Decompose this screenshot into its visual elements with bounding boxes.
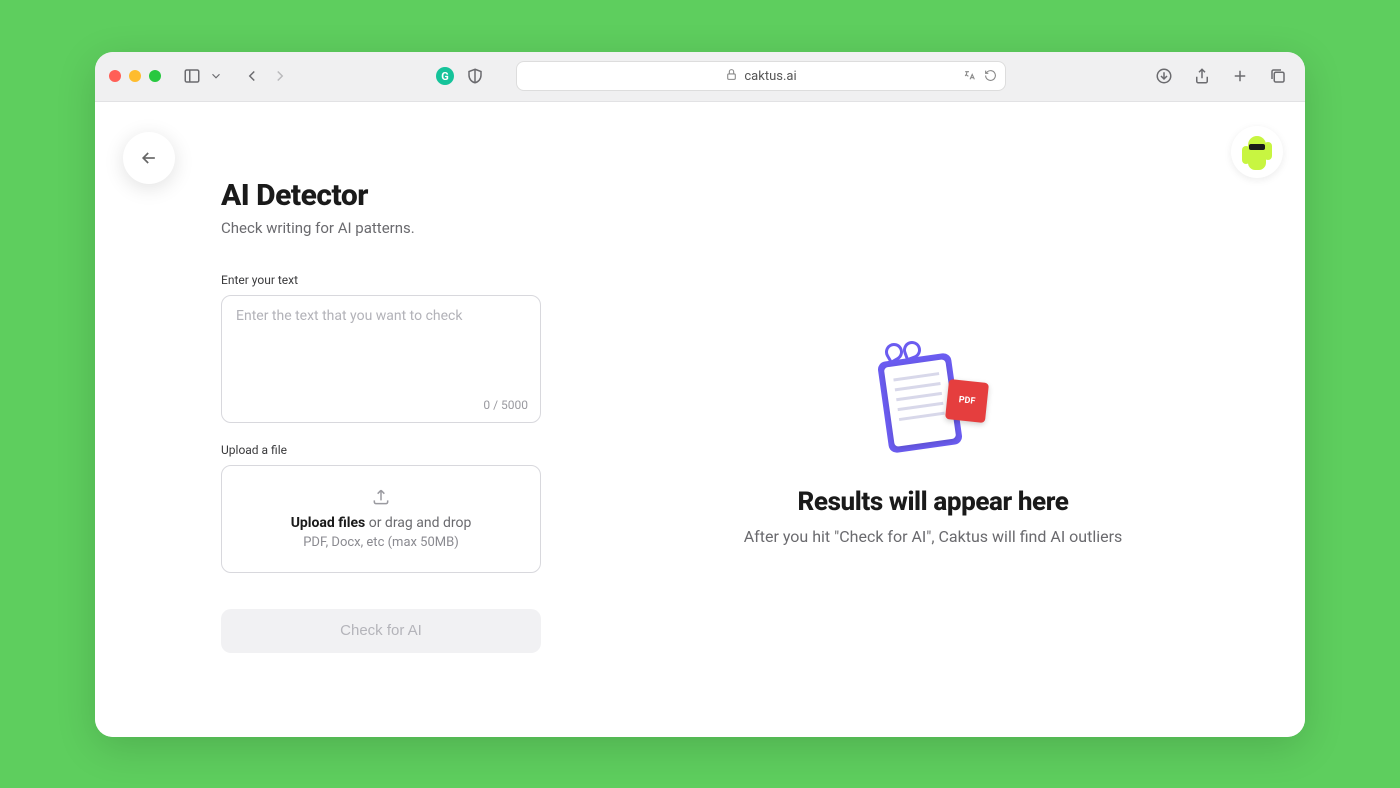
address-bar[interactable]: caktus.ai [516,61,1006,91]
pdf-badge-icon: PDF [945,379,989,423]
file-dropzone[interactable]: Upload files or drag and drop PDF, Docx,… [221,465,541,573]
results-illustration: PDF [873,349,993,459]
tab-overview-button[interactable] [1265,63,1291,89]
privacy-shield-icon[interactable] [462,63,488,89]
upload-line-1: Upload files or drag and drop [291,515,472,531]
upload-hint: PDF, Docx, etc (max 50MB) [303,535,459,550]
results-panel: PDF Results will appear here After you h… [601,178,1265,717]
check-for-ai-button[interactable]: Check for AI [221,609,541,653]
share-button[interactable] [1189,63,1215,89]
reload-icon[interactable] [984,67,997,86]
text-input-container: 0 / 5000 [221,295,541,423]
page-subtitle: Check writing for AI patterns. [221,219,541,237]
results-title: Results will appear here [744,487,1123,517]
page-title: AI Detector [221,178,541,213]
char-counter: 0 / 5000 [483,398,528,412]
minimize-window-button[interactable] [129,70,141,82]
grammarly-extension-icon[interactable]: G [436,67,454,85]
browser-window: G caktus.ai [95,52,1305,737]
upload-label: Upload a file [221,443,541,457]
cactus-avatar-icon [1240,132,1274,172]
url-text: caktus.ai [744,69,796,84]
upload-icon [371,487,391,507]
translate-icon[interactable] [963,67,976,86]
browser-titlebar: G caktus.ai [95,52,1305,102]
close-window-button[interactable] [109,70,121,82]
nav-back-button[interactable] [239,63,265,89]
maximize-window-button[interactable] [149,70,161,82]
textarea-label: Enter your text [221,273,541,287]
profile-avatar[interactable] [1231,126,1283,178]
downloads-button[interactable] [1151,63,1177,89]
page-back-button[interactable] [123,132,175,184]
nav-forward-button[interactable] [267,63,293,89]
text-input[interactable] [236,308,526,386]
new-tab-button[interactable] [1227,63,1253,89]
sidebar-toggle-button[interactable] [179,63,205,89]
results-subtitle: After you hit "Check for AI", Caktus wil… [744,527,1123,546]
page-content: AI Detector Check writing for AI pattern… [95,102,1305,737]
lock-icon [725,68,738,85]
sidebar-menu-chevron[interactable] [209,63,223,89]
window-controls [109,70,161,82]
input-panel: AI Detector Check writing for AI pattern… [221,178,541,717]
